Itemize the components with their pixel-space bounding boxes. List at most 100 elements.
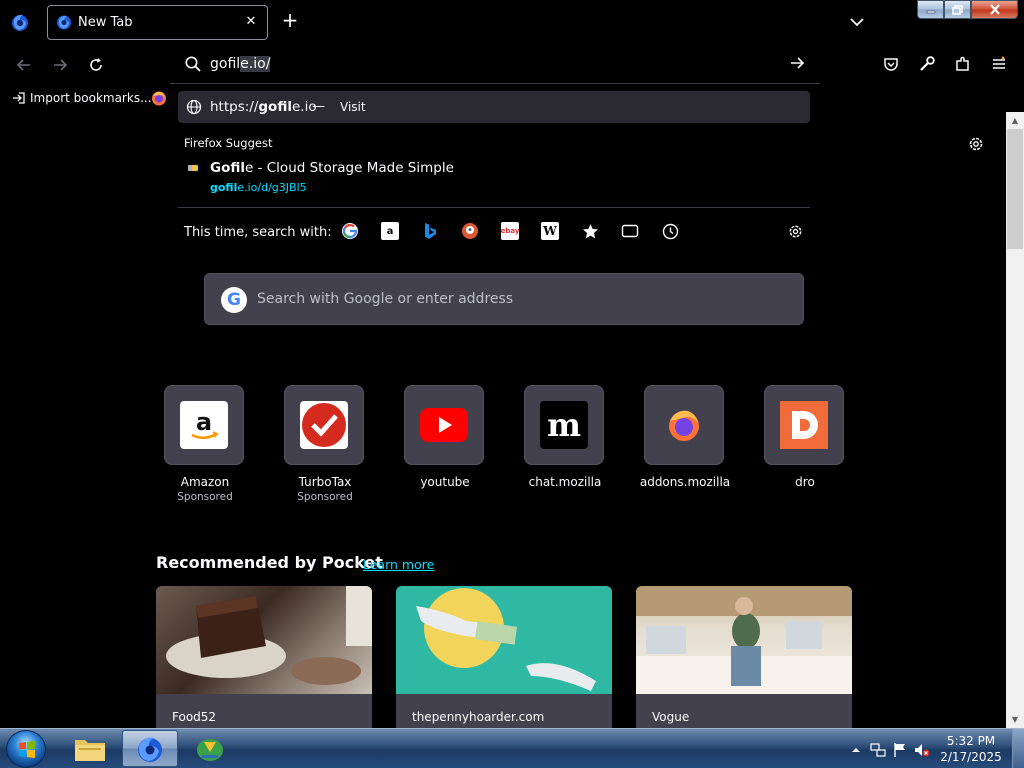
pocket-card[interactable]: thepennyhoarder.com — [396, 586, 612, 728]
visit-url: https://gofile.io — [210, 99, 317, 115]
pocket-heading: Recommended by Pocket — [156, 553, 383, 572]
tile-box: m — [524, 385, 604, 465]
windows-logo-icon — [19, 741, 35, 758]
top-site-turbotax[interactable]: TurboTax Sponsored — [284, 385, 366, 503]
page-scrollbar[interactable]: ▲ ▼ — [1006, 112, 1024, 728]
pocket-card[interactable]: Vogue — [636, 586, 852, 728]
close-window-button[interactable] — [971, 0, 1018, 19]
show-desktop-button[interactable] — [1012, 729, 1024, 768]
tile-label: TurboTax — [298, 475, 352, 489]
extensions-button[interactable] — [953, 54, 973, 74]
tab-strip: New Tab ✕ + — [0, 0, 1024, 44]
folder-icon — [75, 739, 105, 761]
app-menu-button[interactable] — [989, 54, 1009, 74]
top-site-addons-mozilla[interactable]: addons.mozilla — [640, 385, 730, 489]
clock-date[interactable]: 2/17/2025 — [936, 750, 1006, 764]
history-clock-icon[interactable] — [661, 222, 679, 240]
amazon-engine-icon[interactable]: a — [381, 222, 399, 240]
ebay-engine-icon[interactable]: ebay — [501, 222, 519, 240]
pocket-button[interactable] — [881, 54, 901, 74]
newtab-search-box[interactable]: G Search with Google or enter address — [204, 273, 804, 325]
firefox-bookmark-icon[interactable] — [151, 90, 167, 106]
customize-gear-icon[interactable] — [967, 135, 985, 153]
urlbar-popup: gofile.io/ https://gofile.io — Visit Fir… — [170, 44, 820, 250]
url-input[interactable]: gofile.io/ — [170, 44, 820, 84]
bookmarks-star-icon[interactable] — [581, 222, 599, 240]
go-arrow-icon[interactable] — [788, 54, 806, 72]
top-site-amazon[interactable]: a Amazon Sponsored — [164, 385, 246, 503]
tabs-icon[interactable] — [621, 222, 639, 240]
card-image — [396, 586, 612, 694]
chat-mozilla-icon: m — [540, 401, 588, 449]
scroll-up-icon[interactable]: ▲ — [1006, 112, 1024, 129]
taskbar-explorer[interactable] — [62, 730, 118, 767]
top-site-dro[interactable]: dro — [764, 385, 846, 489]
duckduckgo-engine-icon[interactable] — [461, 222, 479, 240]
start-button[interactable] — [6, 730, 46, 768]
scroll-down-icon[interactable]: ▼ — [1006, 711, 1024, 728]
firefox-taskbar-icon — [138, 737, 162, 762]
url-typed-prefix: gofil — [210, 56, 241, 72]
system-tray: 5:32 PM 2/17/2025 — [834, 729, 1024, 768]
pocket-icon — [884, 58, 898, 71]
import-icon — [13, 92, 25, 104]
bing-engine-icon[interactable] — [421, 222, 439, 240]
wikipedia-engine-icon[interactable]: W — [541, 222, 559, 240]
back-button[interactable] — [13, 54, 35, 76]
url-typed-text: gofile.io/ — [210, 56, 271, 72]
restore-button[interactable] — [944, 0, 971, 19]
close-tab-icon[interactable]: ✕ — [241, 12, 261, 32]
google-icon: G — [221, 287, 247, 313]
search-settings-gear-icon[interactable] — [787, 223, 804, 240]
minimize-button[interactable] — [917, 0, 944, 19]
network-icon[interactable] — [870, 742, 886, 758]
tab-title: New Tab — [78, 15, 133, 30]
taskbar-download-manager[interactable] — [182, 730, 238, 767]
back-arrow-icon — [16, 59, 30, 71]
card-image — [636, 586, 852, 694]
google-engine-icon[interactable] — [341, 222, 359, 240]
top-site-youtube[interactable]: youtube — [404, 385, 486, 489]
dro-icon — [780, 401, 828, 449]
firefox-menu-icon[interactable] — [10, 12, 30, 32]
visit-url-prefix: https:// — [210, 99, 259, 115]
close-icon — [989, 4, 1000, 15]
reload-button[interactable] — [85, 54, 107, 76]
scroll-thumb[interactable] — [1007, 129, 1023, 249]
urlbar-suggestion-gofile[interactable]: Gofile - Cloud Storage Made Simple gofil… — [184, 158, 784, 198]
top-site-chat-mozilla[interactable]: m chat.mozilla — [524, 385, 606, 489]
show-hidden-icons-icon[interactable] — [848, 742, 864, 758]
action-center-flag-icon[interactable] — [892, 742, 908, 758]
tile-label: Amazon — [180, 475, 230, 489]
clock-time[interactable]: 5:32 PM — [936, 734, 1006, 748]
urlbar-result-visit[interactable]: https://gofile.io — Visit — [178, 91, 810, 123]
pocket-card[interactable]: Food52 — [156, 586, 372, 728]
suggestion-title: Gofile - Cloud Storage Made Simple — [210, 160, 454, 176]
card-image — [156, 586, 372, 694]
devtools-button[interactable] — [917, 54, 937, 74]
import-bookmarks-button[interactable]: Import bookmarks... — [12, 91, 152, 105]
reload-icon — [90, 58, 102, 71]
firefox-suggest-heading: Firefox Suggest — [184, 136, 273, 150]
forward-arrow-icon — [54, 59, 68, 71]
taskbar-firefox[interactable] — [122, 730, 178, 767]
tab-new-tab[interactable]: New Tab ✕ — [47, 5, 268, 40]
forward-button[interactable] — [49, 54, 71, 76]
newtab-search-placeholder: Search with Google or enter address — [257, 291, 514, 307]
download-manager-icon — [197, 738, 223, 761]
tile-label: addons.mozilla — [639, 475, 731, 489]
search-icon — [185, 56, 201, 72]
import-bookmarks-label: Import bookmarks... — [30, 91, 152, 105]
pocket-learn-more-link[interactable]: Learn more — [363, 557, 434, 572]
bookmarks-toolbar: Import bookmarks... — [0, 86, 170, 112]
tile-box — [644, 385, 724, 465]
volume-muted-icon[interactable] — [914, 742, 930, 758]
suggestion-url: gofile.io/d/g3JBl5 — [210, 181, 307, 194]
visit-action-label: Visit — [340, 100, 366, 114]
minimize-icon — [926, 10, 935, 13]
restore-icon — [952, 4, 963, 15]
chevron-down-icon[interactable] — [847, 12, 867, 32]
new-tab-button[interactable]: + — [279, 10, 301, 32]
tile-label: youtube — [420, 475, 470, 489]
card-source: thepennyhoarder.com — [412, 710, 545, 724]
